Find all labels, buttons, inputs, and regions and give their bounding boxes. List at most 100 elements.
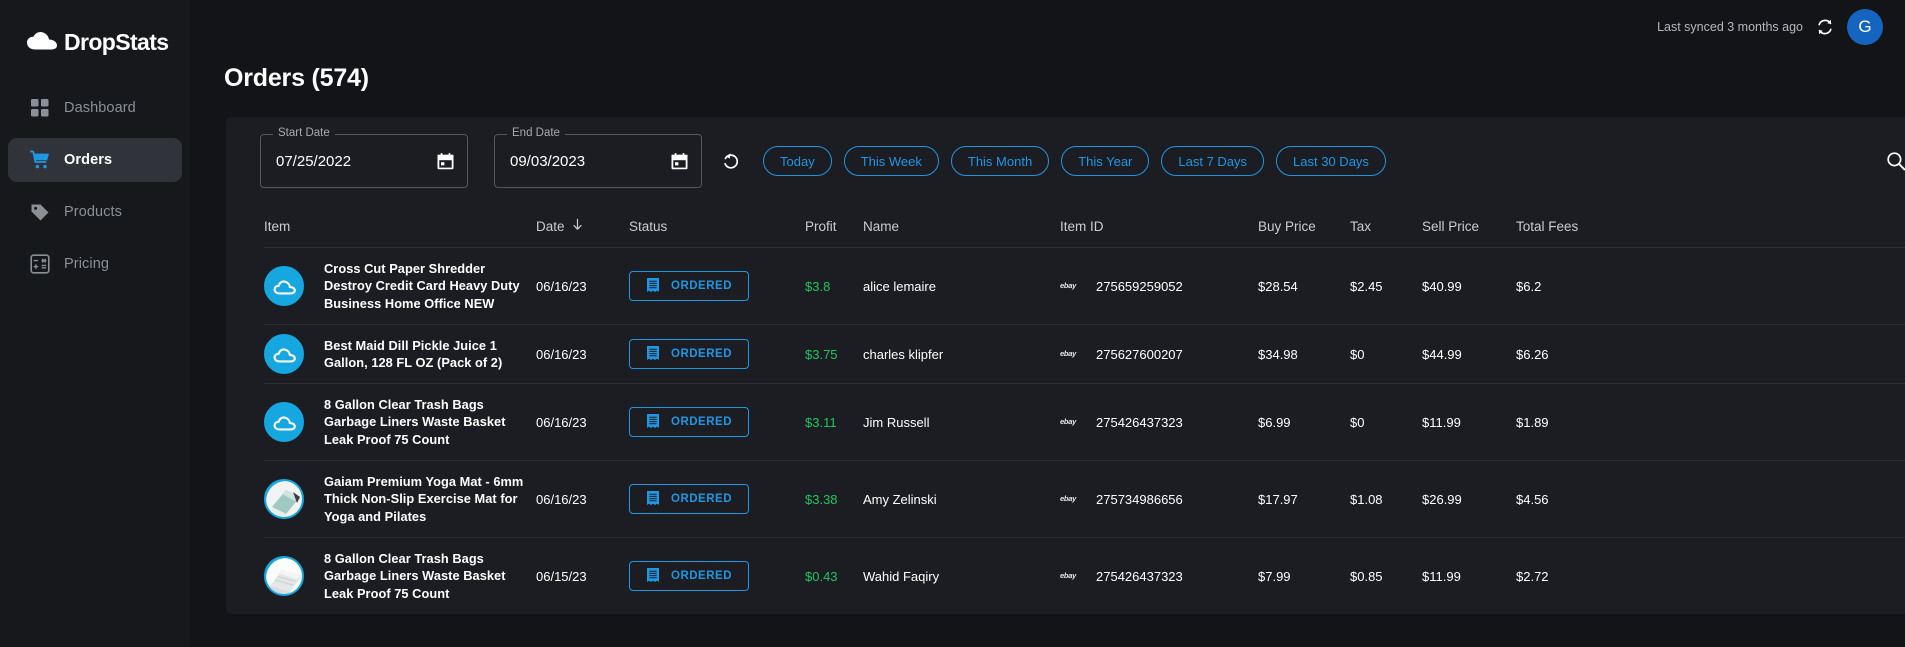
svg-text:ebay: ebay [1060,349,1077,358]
item-title: Best Maid Dill Pickle Juice 1 Gallon, 12… [324,337,503,370]
calendar-icon[interactable] [670,152,689,171]
search-icon[interactable] [1886,151,1905,171]
start-date-field[interactable]: Start Date 07/25/2022 [260,127,468,188]
orders-panel: Start Date 07/25/2022 End Date 09/03/202… [226,117,1905,614]
column-header-buy-price[interactable]: Buy Price [1258,219,1350,234]
end-date-field[interactable]: End Date 09/03/2023 [494,127,702,188]
status-badge[interactable]: ORDERED [629,407,750,437]
cloud-placeholder-icon [264,401,304,442]
cell-item-id: ebay 275426437323 [1060,569,1258,584]
cell-total-fees: $1.89 [1516,414,1549,430]
chip-this-week[interactable]: This Week [843,146,939,176]
status-badge[interactable]: ORDERED [629,484,750,514]
cell-date: 06/15/23 [536,568,587,584]
sidebar-item-orders[interactable]: Orders [8,138,182,182]
cell-item: Best Maid Dill Pickle Juice 1 Gallon, 12… [264,334,536,374]
brand-logo[interactable]: DropStats [0,14,190,60]
sidebar-item-label: Pricing [64,256,110,272]
cell-sell-price: $11.99 [1422,414,1461,430]
status-badge[interactable]: ORDERED [629,339,750,369]
avatar[interactable]: G [1847,9,1883,45]
cell-profit: $3.38 [805,491,838,507]
chip-this-month[interactable]: This Month [950,146,1050,176]
main-content: Last synced 3 months ago G Orders (574) … [190,0,1905,647]
column-header-item[interactable]: Item [264,219,536,234]
table-body: Cross Cut Paper Shredder Destroy Credit … [264,247,1905,614]
cell-buy-price: $6.99 [1258,414,1291,430]
item-id-value: 275734986656 [1096,491,1183,507]
cloud-placeholder-icon [264,334,304,374]
cell-date: 06/16/23 [536,278,587,294]
table-row[interactable]: Best Maid Dill Pickle Juice 1 Gallon, 12… [264,324,1905,383]
table-row[interactable]: 8 Gallon Clear Trash Bags Garbage Liners… [264,383,1905,460]
status-badge-label: ORDERED [671,570,733,582]
svg-text:ebay: ebay [1060,281,1077,290]
page-title: Orders (574) [224,64,369,92]
column-header-sell-price[interactable]: Sell Price [1422,219,1516,234]
ebay-icon: ebay [1060,280,1086,293]
cell-tax: $0.85 [1350,568,1383,584]
filter-bar: Start Date 07/25/2022 End Date 09/03/202… [226,117,1905,205]
cell-sell-price: $26.99 [1422,491,1462,507]
end-date-label: End Date [507,127,565,139]
column-header-tax[interactable]: Tax [1350,219,1422,234]
table-row[interactable]: Gaiam Premium Yoga Mat - 6mm Thick Non-S… [264,460,1905,537]
cell-tax: $0 [1350,346,1365,362]
chip-last-30-days[interactable]: Last 30 Days [1276,146,1386,176]
sidebar: DropStats Dashboard Orders Products Pric… [0,0,190,647]
column-header-item-id[interactable]: Item ID [1060,219,1258,234]
ebay-icon: ebay [1060,348,1086,361]
column-header-total-fees[interactable]: Total Fees [1516,219,1606,234]
receipt-icon [646,413,660,432]
sidebar-item-products[interactable]: Products [8,190,182,234]
chip-this-year[interactable]: This Year [1061,146,1150,176]
item-title: Gaiam Premium Yoga Mat - 6mm Thick Non-S… [324,474,524,524]
product-thumbnail [264,478,304,519]
cloud-placeholder-icon [264,265,304,306]
cell-total-fees: $2.72 [1516,568,1549,584]
sidebar-item-pricing[interactable]: Pricing [8,242,182,286]
cell-tax: $0 [1350,414,1365,430]
start-date-input[interactable]: 07/25/2022 [276,153,436,170]
sync-status-text: Last synced 3 months ago [1657,20,1803,34]
topbar: Last synced 3 months ago G [190,0,1905,54]
cell-sell-price: $40.99 [1422,278,1462,294]
cell-item-id: ebay 275734986656 [1060,492,1258,507]
cell-date: 06/16/23 [536,346,587,362]
item-title: Cross Cut Paper Shredder Destroy Credit … [324,261,520,311]
table-row[interactable]: 8 Gallon Clear Trash Bags Garbage Liners… [264,537,1905,614]
status-badge-label: ORDERED [671,493,733,505]
item-title: 8 Gallon Clear Trash Bags Garbage Liners… [324,551,506,601]
sidebar-item-label: Dashboard [64,100,136,116]
column-header-profit[interactable]: Profit [805,219,863,234]
cell-name: alice lemaire [863,278,936,294]
refresh-icon[interactable] [1816,18,1834,36]
column-header-date[interactable]: Date [536,218,629,234]
cell-total-fees: $6.26 [1516,346,1549,362]
chip-last-7-days[interactable]: Last 7 Days [1161,146,1265,176]
status-badge-label: ORDERED [671,416,733,428]
cell-profit: $0.43 [805,568,838,584]
status-badge[interactable]: ORDERED [629,561,750,591]
reset-icon[interactable] [722,152,741,171]
calendar-icon[interactable] [436,152,455,171]
cart-icon [29,150,50,170]
sidebar-nav: Dashboard Orders Products Pricing [0,86,190,286]
sidebar-item-dashboard[interactable]: Dashboard [8,86,182,130]
item-id-value: 275426437323 [1096,568,1183,584]
receipt-icon [646,567,660,586]
cell-total-fees: $4.56 [1516,491,1549,507]
cell-buy-price: $17.97 [1258,491,1298,507]
status-badge[interactable]: ORDERED [629,271,750,301]
column-header-status[interactable]: Status [629,219,805,234]
avatar-initial: G [1858,17,1872,36]
end-date-input[interactable]: 09/03/2023 [510,153,670,170]
cell-item-id: ebay 275659259052 [1060,279,1258,294]
item-id-value: 275659259052 [1096,278,1183,294]
cell-buy-price: $7.99 [1258,568,1291,584]
cell-status: ORDERED [629,561,805,591]
calculator-icon [30,254,50,274]
column-header-name[interactable]: Name [863,219,1060,234]
table-row[interactable]: Cross Cut Paper Shredder Destroy Credit … [264,247,1905,324]
chip-today[interactable]: Today [763,146,832,176]
